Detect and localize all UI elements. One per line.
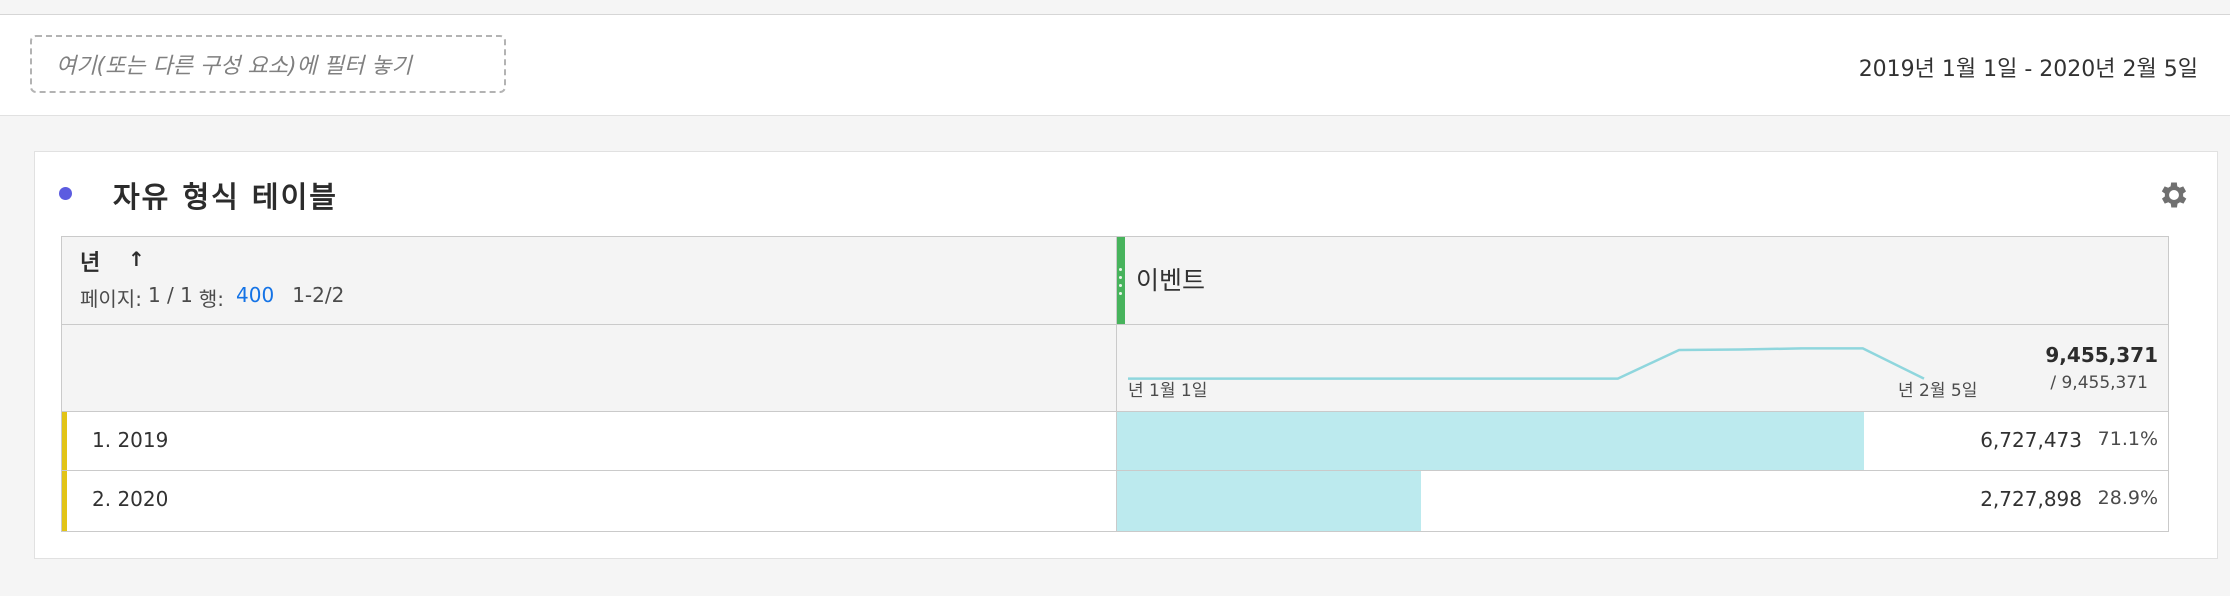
filter-drop-zone[interactable]: 여기(또는 다른 구성 요소)에 필터 놓기 [30,35,506,93]
filter-drop-zone-placeholder: 여기(또는 다른 구성 요소)에 필터 놓기 [56,54,412,79]
row-label[interactable]: 2. 2020 [92,487,168,511]
rows-label: 행: [198,287,224,311]
panel-title[interactable]: 자유 형식 테이블 [113,174,338,216]
page-label: 페이지: [80,287,142,311]
row-value-bar [1117,471,1421,531]
top-border [0,0,2230,15]
sparkline-start-label: 년 1월 1일 [1128,381,1208,401]
rows-per-page-link[interactable]: 400 [236,283,274,312]
row-value: 6,727,473 [1980,428,2082,452]
column-divider [1116,237,1117,531]
metric-header-row [62,237,2168,325]
date-range[interactable]: 2019년 1월 1일 - 2020년 2월 5일 [1859,51,2198,83]
row-value-bar [1117,412,1864,470]
row-marker [62,471,67,531]
table-row[interactable]: 1. 2019 6,727,473 71.1% [62,412,2168,471]
table-row[interactable]: 2. 2020 2,727,898 28.9% [62,471,2168,531]
row-marker [62,412,67,470]
row-percent: 71.1% [2097,428,2158,450]
panel-status-dot [59,187,72,200]
row-range: 1-2/2 [292,283,345,307]
pagination-info: 페이지: 1 / 1 행: 400 1-2/2 [80,283,344,312]
gear-icon[interactable] [2157,178,2191,212]
row-percent: 28.9% [2097,487,2158,509]
sparkline-trend-line [1128,347,1925,380]
metric-total: 9,455,371 [2045,343,2158,367]
row-label[interactable]: 1. 2019 [92,428,168,452]
freeform-table: 이벤트 년 ↑ 페이지: 1 / 1 행: 400 1-2/2 년 1월 1일 … [61,236,2169,532]
sparkline-end-label: 년 2월 5일 [1898,381,1978,401]
metric-total-denominator: / 9,455,371 [2050,373,2148,393]
row-value: 2,727,898 [1980,487,2082,511]
dimension-column-header[interactable]: 년 [80,245,100,277]
arrow-up-icon[interactable]: ↑ [128,247,145,271]
freeform-table-panel: 자유 형식 테이블 이벤트 년 ↑ 페이지: 1 / 1 행: 400 1-2/… [34,151,2218,559]
filter-bar: 여기(또는 다른 구성 요소)에 필터 놓기 2019년 1월 1일 - 202… [0,15,2230,116]
metric-drag-handle[interactable] [1116,237,1125,324]
metric-column-header[interactable]: 이벤트 [1136,261,1205,297]
sparkline [1128,347,1925,380]
page-number: 1 / 1 [147,283,193,307]
